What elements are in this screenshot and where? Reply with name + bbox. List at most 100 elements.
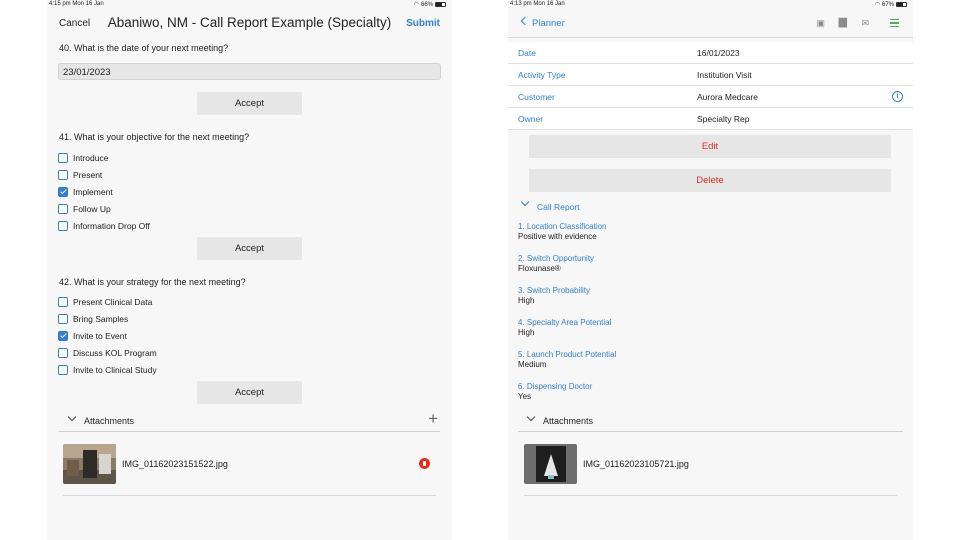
- chevron-left-icon[interactable]: [520, 16, 530, 26]
- divider: [508, 37, 913, 38]
- option-label: Invite to Event: [73, 331, 127, 341]
- attachment-filename: IMG_01162023151522.jpg: [122, 459, 228, 469]
- battery-fill: [897, 3, 904, 6]
- form-navbar: Cancel Abaniwo, NM - Call Report Example…: [47, 12, 452, 34]
- call-report-item: 6. Dispensing Doctor Yes: [518, 382, 592, 401]
- detail-value: 16/01/2023: [697, 48, 740, 58]
- call-report-item: 1. Location Classification Positive with …: [518, 222, 607, 241]
- detail-row: Owner Specialty Rep: [508, 108, 913, 130]
- question-42-label: 42. What is your strategy for the next m…: [59, 277, 246, 287]
- call-report-answer: High: [518, 296, 535, 305]
- photo-thumbnail-image: [63, 444, 116, 484]
- q41-option[interactable]: Introduce: [58, 153, 108, 163]
- q41-option[interactable]: Implement: [58, 187, 113, 197]
- q42-option[interactable]: Invite to Clinical Study: [58, 365, 157, 375]
- detail-value: Institution Visit: [697, 70, 752, 80]
- call-report-question: 6. Dispensing Doctor: [518, 382, 593, 391]
- q42-option[interactable]: Bring Samples: [58, 314, 128, 324]
- status-battery: ◠ 67%: [875, 1, 907, 8]
- call-report-item: 5. Launch Product Potential Medium: [518, 350, 616, 369]
- attachment-filename: IMG_01162023105721.jpg: [583, 459, 689, 469]
- photo-thumbnail-image: [524, 444, 577, 484]
- option-label: Bring Samples: [73, 314, 129, 324]
- status-battery: ◠ 66%: [414, 1, 446, 8]
- accept-button-q41[interactable]: Accept: [197, 237, 302, 260]
- chevron-down-icon: [67, 412, 77, 422]
- checkbox[interactable]: [58, 314, 68, 324]
- call-report-item: 3. Switch Probability High: [518, 286, 590, 305]
- option-label: Introduce: [73, 153, 109, 163]
- option-label: Follow Up: [73, 204, 111, 214]
- detail-row: Customer Aurora Medcare i: [508, 86, 913, 108]
- checked-checkbox[interactable]: [58, 187, 68, 197]
- accept-button-q42[interactable]: Accept: [197, 381, 302, 404]
- q41-option[interactable]: Present: [58, 170, 102, 180]
- attachment-thumbnail[interactable]: [63, 444, 116, 484]
- checkbox[interactable]: [58, 204, 68, 214]
- plus-icon[interactable]: +: [428, 410, 438, 428]
- accept-button-q40[interactable]: Accept: [197, 92, 302, 115]
- q42-option[interactable]: Invite to Event: [58, 331, 127, 341]
- question-40-label: 40. What is the date of your next meetin…: [59, 43, 229, 53]
- attachment-thumbnail[interactable]: [524, 444, 577, 484]
- q41-option[interactable]: Follow Up: [58, 204, 111, 214]
- calendar-icon[interactable]: ▣: [816, 18, 825, 29]
- menu-icon[interactable]: [890, 19, 899, 27]
- back-button[interactable]: Planner: [532, 18, 565, 29]
- call-report-answer: Medium: [518, 360, 547, 369]
- checkbox[interactable]: [58, 348, 68, 358]
- chevron-down-icon: [526, 412, 536, 422]
- battery-fill: [436, 3, 442, 6]
- checkbox[interactable]: [58, 170, 68, 180]
- question-41-label: 41. What is your objective for the next …: [59, 132, 250, 142]
- next-meeting-date-field[interactable]: 23/01/2023: [58, 63, 441, 80]
- call-report-answer: Yes: [518, 392, 532, 401]
- checked-checkbox[interactable]: [58, 331, 68, 341]
- chart-icon[interactable]: ▐█: [836, 18, 847, 27]
- checkbox[interactable]: [58, 221, 68, 231]
- activity-details-table: Date 16/01/2023 Activity Type Institution V…: [508, 42, 913, 130]
- wifi-icon: ◠: [413, 2, 419, 8]
- info-icon[interactable]: i: [892, 91, 903, 102]
- detail-key: Activity Type: [518, 70, 566, 80]
- attachments-label: Attachments: [543, 416, 594, 426]
- remove-icon[interactable]: [419, 458, 430, 469]
- call-report-question: 2. Switch Opportunity: [518, 254, 595, 263]
- q42-option[interactable]: Present Clinical Data: [58, 297, 152, 307]
- detail-value: Specialty Rep: [697, 114, 750, 124]
- option-label: Implement: [73, 187, 113, 197]
- activity-detail-screen: 4:13 pm Mon 16 Jan ◠ 67% Planner ▣ ▐█ ✉ …: [508, 0, 913, 540]
- call-report-question: 4. Specialty Area Potential: [518, 318, 612, 327]
- wifi-icon: ◠: [874, 2, 880, 8]
- attachments-label: Attachments: [84, 416, 135, 426]
- checkbox[interactable]: [58, 297, 68, 307]
- call-report-item: 4. Specialty Area Potential High: [518, 318, 611, 337]
- call-report-question: 5. Launch Product Potential: [518, 350, 617, 359]
- battery-icon: [896, 2, 907, 7]
- mail-icon[interactable]: ✉: [861, 18, 869, 29]
- q41-option[interactable]: Information Drop Off: [58, 221, 150, 231]
- attachments-header[interactable]: Attachments: [518, 410, 903, 432]
- page-title: Abaniwo, NM - Call Report Example (Speci…: [107, 15, 392, 30]
- submit-button[interactable]: Submit: [406, 18, 440, 29]
- detail-navbar: Planner ▣ ▐█ ✉: [508, 12, 913, 34]
- detail-row: Date 16/01/2023: [508, 42, 913, 64]
- detail-value: Aurora Medcare: [697, 92, 758, 102]
- checkbox[interactable]: [58, 153, 68, 163]
- q42-option[interactable]: Discuss KOL Program: [58, 348, 157, 358]
- edit-button[interactable]: Edit: [529, 135, 891, 158]
- divider: [63, 495, 436, 496]
- call-report-item: 2. Switch Opportunity Floxunase®: [518, 254, 594, 273]
- call-report-answer: Positive with evidence: [518, 232, 597, 241]
- status-bar: 4:13 pm Mon 16 Jan ◠ 67%: [508, 0, 913, 10]
- call-report-answer: Floxunase®: [518, 264, 561, 273]
- call-report-section-label[interactable]: Call Report: [537, 202, 580, 212]
- chevron-down-icon[interactable]: [520, 197, 530, 207]
- option-label: Discuss KOL Program: [73, 348, 157, 358]
- attachments-header[interactable]: Attachments +: [59, 410, 440, 432]
- call-report-question: 1. Location Classification: [518, 222, 607, 231]
- status-bar: 4:15 pm Mon 16 Jan ◠ 66%: [47, 0, 452, 10]
- option-label: Present Clinical Data: [73, 297, 153, 307]
- checkbox[interactable]: [58, 365, 68, 375]
- delete-button[interactable]: Delete: [529, 169, 891, 192]
